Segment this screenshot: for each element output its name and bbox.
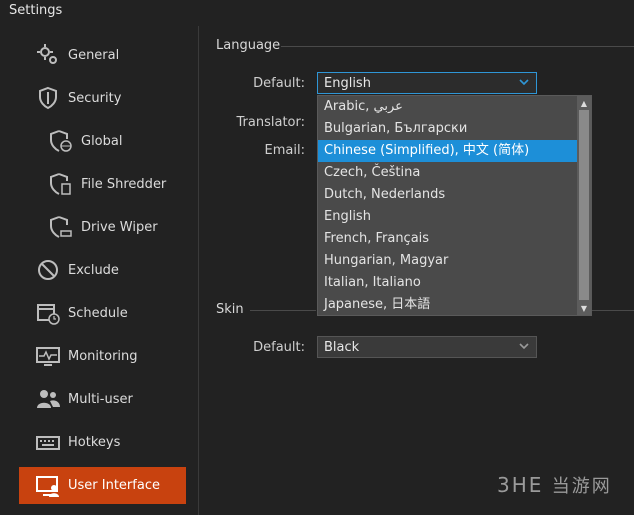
shield-icon bbox=[34, 84, 62, 112]
sidebar-item-label: Hotkeys bbox=[68, 434, 121, 450]
sidebar-item-hotkeys[interactable]: Hotkeys bbox=[34, 424, 120, 460]
language-option-highlighted[interactable]: Chinese (Simplified), 中文 (简体) bbox=[318, 140, 578, 162]
language-option[interactable]: Dutch, Nederlands bbox=[318, 184, 578, 206]
sidebar-item-monitoring[interactable]: Monitoring bbox=[34, 338, 138, 374]
translator-label: Translator: bbox=[236, 115, 305, 130]
skin-default-label: Default: bbox=[253, 340, 305, 355]
language-select[interactable]: English bbox=[317, 72, 537, 94]
skin-section-label: Skin bbox=[216, 302, 244, 317]
keyboard-icon bbox=[34, 428, 62, 456]
language-default-label: Default: bbox=[253, 76, 305, 91]
sidebar-divider bbox=[198, 26, 199, 515]
shield-drive-icon bbox=[47, 213, 75, 241]
language-option[interactable]: English bbox=[318, 206, 578, 228]
sidebar-item-multi-user[interactable]: Multi-user bbox=[34, 381, 133, 417]
watermark: 3HE 当游网 bbox=[497, 472, 612, 498]
language-select-value: English bbox=[324, 75, 371, 91]
sidebar-item-drive-wiper[interactable]: Drive Wiper bbox=[47, 209, 158, 245]
scroll-up-arrow-icon[interactable]: ▲ bbox=[577, 96, 591, 110]
sidebar-item-label: General bbox=[68, 47, 120, 63]
shield-globe-icon bbox=[47, 127, 75, 155]
gears-icon bbox=[34, 41, 62, 69]
language-option[interactable]: Arabic, عربي bbox=[318, 96, 578, 118]
language-option[interactable]: Bulgarian, Български bbox=[318, 118, 578, 140]
sidebar-item-label: Multi-user bbox=[68, 391, 133, 407]
language-option[interactable]: French, Français bbox=[318, 228, 578, 250]
skin-section-divider bbox=[250, 310, 316, 311]
watermark-brand: 3HE bbox=[497, 473, 544, 497]
sidebar-item-schedule[interactable]: Schedule bbox=[34, 295, 128, 331]
sidebar-item-general[interactable]: General bbox=[34, 37, 119, 73]
skin-select[interactable]: Black bbox=[317, 336, 537, 358]
language-dropdown-list[interactable]: Arabic, عربي Bulgarian, Български Chines… bbox=[317, 95, 592, 316]
block-icon bbox=[34, 256, 62, 284]
sidebar-item-label: Drive Wiper bbox=[81, 219, 158, 235]
sidebar-item-label: Schedule bbox=[68, 305, 128, 321]
language-option[interactable]: Czech, Čeština bbox=[318, 162, 578, 184]
scrollbar-thumb[interactable] bbox=[579, 110, 589, 300]
users-icon bbox=[34, 385, 62, 413]
sidebar-item-file-shredder[interactable]: File Shredder bbox=[47, 166, 166, 202]
sidebar-item-exclude[interactable]: Exclude bbox=[34, 252, 119, 288]
sidebar-item-label: Security bbox=[68, 90, 122, 106]
window-title: Settings bbox=[9, 3, 63, 18]
email-label: Email: bbox=[264, 143, 305, 158]
language-options: Arabic, عربي Bulgarian, Български Chines… bbox=[318, 96, 578, 316]
sidebar-item-label: Exclude bbox=[68, 262, 119, 278]
skin-select-value: Black bbox=[324, 339, 360, 355]
monitor-pulse-icon bbox=[34, 342, 62, 370]
sidebar-item-global[interactable]: Global bbox=[47, 123, 122, 159]
language-option[interactable]: Japanese, 日本語 bbox=[318, 294, 578, 316]
sidebar-item-user-interface[interactable]: User Interface bbox=[19, 467, 186, 504]
language-section-label: Language bbox=[216, 38, 281, 53]
language-section-divider bbox=[281, 46, 634, 47]
language-option[interactable]: Italian, Italiano bbox=[318, 272, 578, 294]
shield-file-icon bbox=[47, 170, 75, 198]
monitor-user-icon bbox=[34, 472, 62, 500]
sidebar-item-label: Monitoring bbox=[68, 348, 138, 364]
chevron-down-icon bbox=[519, 343, 529, 350]
scroll-down-arrow-icon[interactable]: ▼ bbox=[577, 301, 591, 315]
sidebar-item-security[interactable]: Security bbox=[34, 80, 121, 116]
sidebar-item-label: User Interface bbox=[68, 478, 160, 493]
sidebar-item-label: Global bbox=[81, 133, 123, 149]
dropdown-scrollbar[interactable]: ▲ ▼ bbox=[577, 96, 591, 315]
watermark-cn: 当游网 bbox=[551, 476, 612, 497]
calendar-clock-icon bbox=[34, 299, 62, 327]
language-option[interactable]: Hungarian, Magyar bbox=[318, 250, 578, 272]
sidebar-item-label: File Shredder bbox=[81, 176, 167, 192]
skin-section-divider-right bbox=[592, 310, 634, 311]
chevron-down-icon bbox=[519, 79, 529, 86]
